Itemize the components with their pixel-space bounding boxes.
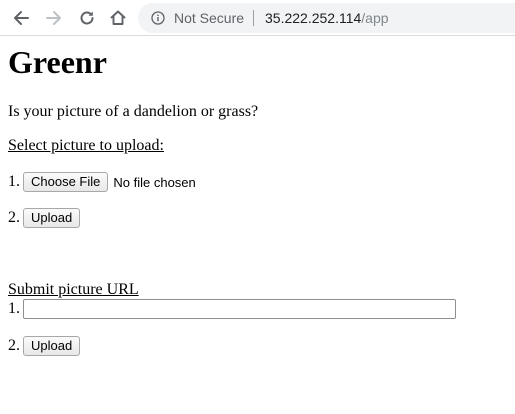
- info-circle-icon[interactable]: [151, 11, 165, 25]
- url-host: 35.222.252.114: [265, 10, 362, 26]
- security-status-label[interactable]: Not Secure: [174, 10, 244, 26]
- file-upload-button[interactable]: Upload: [23, 208, 81, 228]
- reload-icon: [80, 11, 94, 25]
- browser-toolbar: Not Secure 35.222.252.114/app: [0, 0, 515, 36]
- url-path: /app: [361, 10, 389, 26]
- picture-url-input[interactable]: [23, 299, 456, 319]
- address-bar[interactable]: Not Secure 35.222.252.114/app: [138, 3, 515, 33]
- step-number: 1.: [8, 300, 20, 317]
- file-step-1: 1. Choose File No file chosen: [8, 171, 196, 193]
- reload-button[interactable]: [76, 7, 98, 29]
- page-title: Greenr: [8, 44, 107, 80]
- forward-button[interactable]: [43, 7, 65, 29]
- url-upload-button[interactable]: Upload: [23, 336, 81, 356]
- address-divider: [253, 10, 254, 26]
- question-text: Is your picture of a dandelion or grass?: [8, 103, 259, 120]
- back-button[interactable]: [10, 7, 32, 29]
- url-submit-heading: Submit picture URL: [8, 281, 139, 298]
- file-status-text: No file chosen: [113, 174, 196, 190]
- arrow-right-icon: [46, 11, 61, 25]
- url-step-2: 2. Upload: [8, 335, 81, 357]
- arrow-left-icon: [14, 11, 29, 25]
- step-number: 2.: [8, 209, 20, 226]
- file-step-2: 2. Upload: [8, 207, 81, 229]
- url-step-1: 1.: [8, 298, 456, 320]
- choose-file-button[interactable]: Choose File: [23, 172, 109, 192]
- home-icon: [110, 10, 126, 25]
- step-number: 1.: [8, 173, 20, 190]
- step-number: 2.: [8, 337, 20, 354]
- file-upload-heading: Select picture to upload:: [8, 137, 164, 154]
- url-text[interactable]: 35.222.252.114/app: [265, 10, 389, 26]
- home-button[interactable]: [107, 7, 129, 29]
